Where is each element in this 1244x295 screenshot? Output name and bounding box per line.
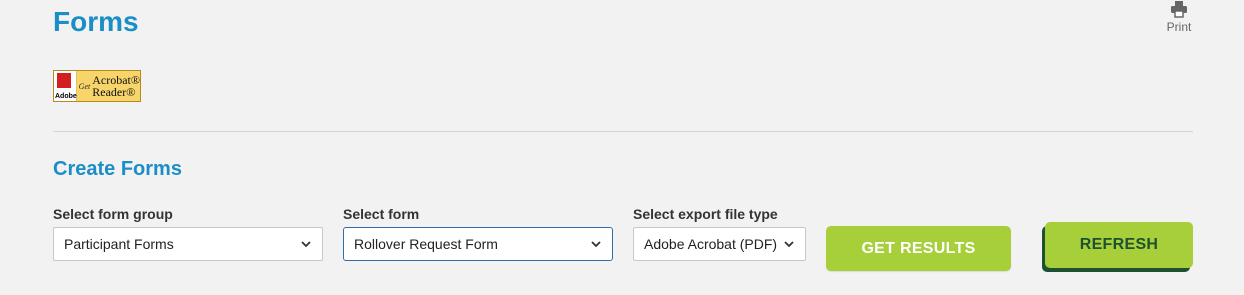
form-group-select[interactable]: Participant Forms	[53, 227, 323, 261]
form-group-label: Select form group	[53, 206, 173, 222]
divider	[53, 131, 1193, 132]
chevron-down-icon	[784, 241, 794, 248]
form-value: Rollover Request Form	[354, 236, 498, 252]
get-results-button[interactable]: GET RESULTS	[826, 226, 1011, 271]
export-type-value: Adobe Acrobat (PDF)	[644, 236, 778, 252]
export-type-select[interactable]: Adobe Acrobat (PDF)	[633, 227, 806, 261]
get-acrobat-reader-link[interactable]: Adobe Get Acrobat® Reader®	[53, 70, 141, 102]
page-title: Forms	[53, 6, 139, 37]
print-label: Print	[1166, 20, 1192, 34]
print-button[interactable]: Print	[1162, 0, 1196, 34]
printer-icon	[1171, 1, 1187, 18]
adobe-logo: Adobe	[54, 71, 77, 101]
acrobat-reader-text: Acrobat® Reader®	[92, 73, 140, 99]
chevron-down-icon	[591, 241, 601, 248]
form-label: Select form	[343, 206, 420, 222]
acrobat-get-text: Get	[78, 82, 91, 91]
form-select[interactable]: Rollover Request Form	[343, 227, 613, 261]
refresh-button[interactable]: REFRESH	[1045, 222, 1193, 268]
section-title: Create Forms	[53, 158, 182, 180]
chevron-down-icon	[301, 241, 311, 248]
form-group-value: Participant Forms	[64, 236, 174, 252]
export-type-label: Select export file type	[633, 206, 778, 222]
